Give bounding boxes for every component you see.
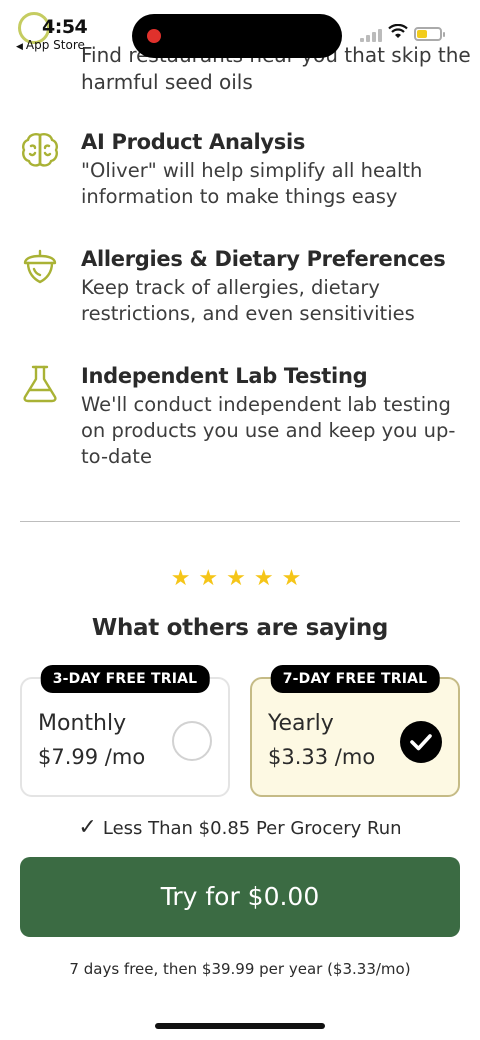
- recording-indicator-icon: [147, 29, 161, 43]
- status-time: 4:54: [42, 16, 88, 38]
- value-text: Less Than $0.85 Per Grocery Run: [102, 818, 402, 839]
- rating-stars: ★★★★★: [170, 566, 310, 591]
- plan-name: Yearly: [268, 711, 334, 736]
- cellular-signal-icon: [360, 28, 382, 42]
- dynamic-island: [132, 14, 342, 58]
- plan-yearly[interactable]: 7-DAY FREE TRIAL Yearly $3.33 /mo: [250, 665, 460, 797]
- battery-icon: [414, 27, 445, 41]
- plan-price: $3.33 /mo: [268, 745, 376, 769]
- feature-title: Independent Lab Testing: [81, 364, 368, 388]
- back-triangle-icon: ◀: [16, 42, 23, 52]
- pricing-fine-print: 7 days free, then $39.99 per year ($3.33…: [69, 960, 411, 978]
- flask-icon: [20, 364, 60, 404]
- feature-title: Allergies & Dietary Preferences: [81, 247, 446, 271]
- feature-desc: We'll conduct independent lab testing on…: [81, 393, 456, 468]
- checkmark-icon: ✓: [78, 815, 97, 840]
- home-indicator[interactable]: [155, 1023, 325, 1029]
- plan-name: Monthly: [38, 711, 127, 736]
- reviews-title: What others are saying: [91, 615, 389, 641]
- checkmark-icon[interactable]: [400, 721, 442, 763]
- plan-radio-unselected[interactable]: [172, 721, 212, 761]
- brain-icon: [20, 130, 60, 170]
- feature-desc: Keep track of allergies, dietary restric…: [81, 276, 415, 325]
- trial-badge: 7-DAY FREE TRIAL: [270, 665, 440, 693]
- try-free-button[interactable]: Try for $0.00: [20, 857, 460, 937]
- acorn-icon: [20, 247, 60, 287]
- feature-desc: "Oliver" will help simplify all health i…: [81, 159, 423, 208]
- section-divider: [20, 521, 460, 522]
- trial-badge: 3-DAY FREE TRIAL: [40, 665, 210, 693]
- value-proposition: ✓ Less Than $0.85 Per Grocery Run: [0, 815, 480, 840]
- feature-title: AI Product Analysis: [81, 130, 306, 154]
- status-bar: 4:54 ◀ App Store: [0, 0, 480, 60]
- back-label: App Store: [25, 38, 85, 52]
- plan-monthly[interactable]: 3-DAY FREE TRIAL Monthly $7.99 /mo: [20, 665, 230, 797]
- back-to-app-store[interactable]: ◀ App Store: [16, 38, 85, 52]
- wifi-icon: [388, 23, 408, 45]
- plan-price: $7.99 /mo: [38, 745, 146, 769]
